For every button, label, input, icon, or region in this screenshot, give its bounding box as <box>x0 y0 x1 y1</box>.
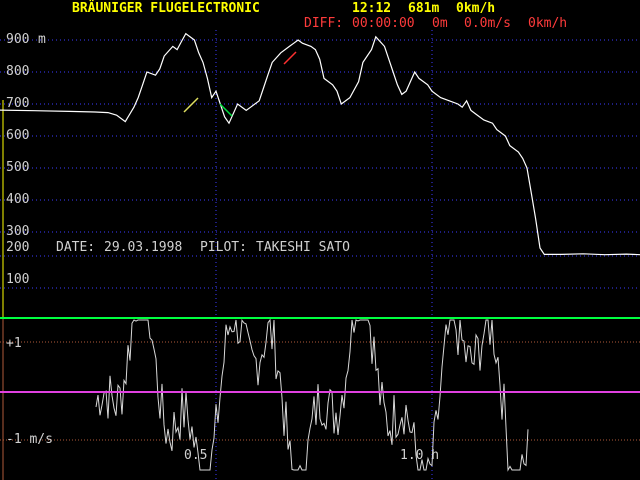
alt-tick-400: 400 <box>6 192 30 207</box>
diff-label: DIFF: <box>304 16 344 31</box>
alt-tick-500: 500 <box>6 160 30 175</box>
alt-tick-900: 900 <box>6 32 30 47</box>
time-tick-0-5: 0.5 <box>184 448 208 463</box>
vario-tick-plus1: +1 <box>6 336 22 351</box>
flight-date: 29.03.1998 <box>104 240 183 255</box>
diff-altitude: 0m <box>432 16 448 31</box>
time-tick-1-0: 1.0 h <box>400 448 440 463</box>
pilot-name: TAKESHI SATO <box>256 240 350 255</box>
marker-red-arrow <box>283 51 297 65</box>
date-label: DATE: <box>56 240 96 255</box>
brand-title: BRÄUNIGER FLUGELECTRONIC <box>72 1 260 16</box>
alt-tick-100: 100 <box>6 272 30 287</box>
status-time: 12:12 <box>352 1 392 16</box>
pilot-label: PILOT: <box>200 240 247 255</box>
alt-tick-300: 300 <box>6 224 30 239</box>
status-speed: 0km/h <box>456 1 496 16</box>
alt-tick-800: 800 <box>6 64 30 79</box>
vario-tick-minus1: -1 m/s <box>6 432 53 447</box>
alt-unit: m <box>38 32 46 47</box>
alt-tick-600: 600 <box>6 128 30 143</box>
alt-tick-200: 200 <box>6 240 30 255</box>
alt-tick-700: 700 <box>6 96 30 111</box>
diff-speed: 0km/h <box>528 16 568 31</box>
diff-time: 00:00:00 <box>352 16 415 31</box>
marker-yellow-arrow <box>183 97 199 113</box>
altitude-trace <box>0 32 640 256</box>
flight-log-screen: BRÄUNIGER FLUGELECTRONIC 12:12 681m 0km/… <box>0 0 640 480</box>
diff-vario: 0.0m/s <box>464 16 511 31</box>
status-altitude: 681m <box>408 1 440 16</box>
